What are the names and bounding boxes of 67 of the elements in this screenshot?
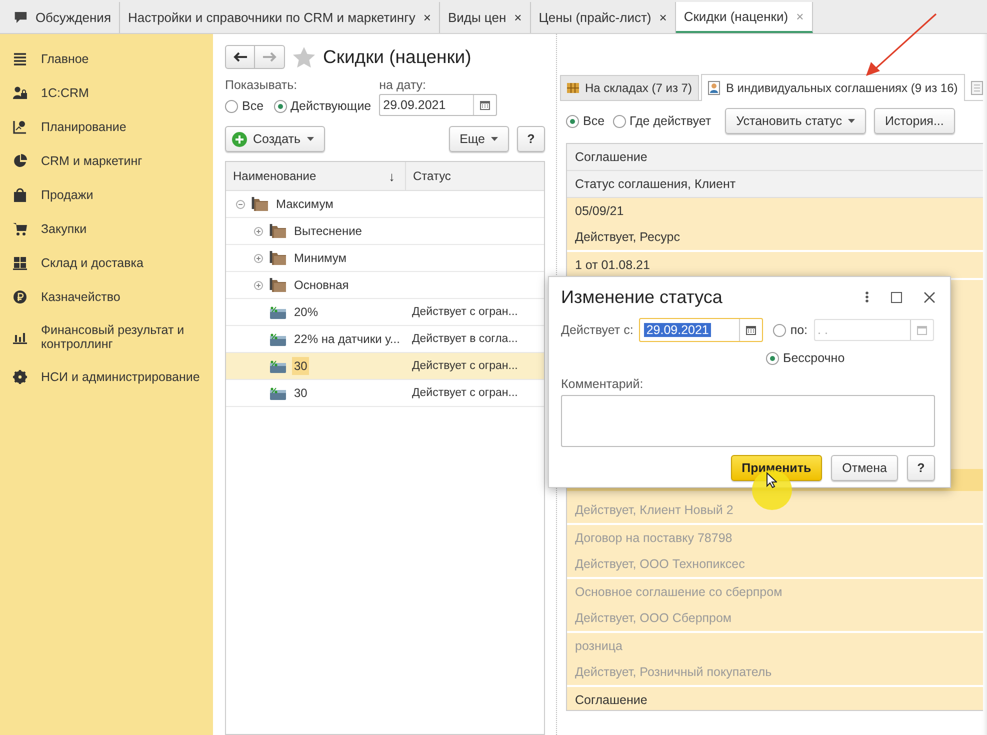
date-label: на дату: bbox=[379, 78, 428, 92]
radio-label: Бессрочно bbox=[783, 351, 845, 365]
radio-label: Где действует bbox=[630, 114, 712, 128]
table-cell: Действует с огран... bbox=[412, 360, 518, 372]
table-cell-text: 20% bbox=[293, 304, 320, 321]
close-button[interactable]: × bbox=[659, 10, 667, 25]
table-cell: Действует в согла... bbox=[412, 333, 518, 345]
sidebar-item[interactable]: НСИ и администрирование bbox=[0, 360, 213, 394]
list-row[interactable]: Соглашение bbox=[567, 687, 983, 710]
date-field[interactable]: 29.09.2021 bbox=[639, 318, 764, 342]
list-cell-text: Действует, ООО Сберпром bbox=[574, 610, 733, 627]
sidebar-item[interactable]: Склад и доставка bbox=[0, 246, 213, 280]
help-button[interactable]: ? bbox=[907, 455, 935, 481]
sidebar-item[interactable]: CRM и маркетинг bbox=[0, 144, 213, 178]
close-button[interactable]: × bbox=[514, 10, 522, 25]
table-cell-text: 22% на датчики у... bbox=[293, 331, 401, 348]
list-cell-text: розница bbox=[574, 638, 624, 655]
sidebar-item[interactable]: Финансовый результат и контроллинг bbox=[0, 314, 213, 360]
list-cell-text: 05/09/21 bbox=[574, 203, 625, 220]
radio-label: Все bbox=[242, 99, 264, 113]
sort-indicator: ↓ bbox=[388, 168, 395, 184]
table-cell-text: Вытеснение bbox=[293, 223, 363, 240]
sidebar-item[interactable]: 1С:CRM bbox=[0, 76, 213, 110]
history-button[interactable]: История... bbox=[874, 108, 955, 134]
dialog-title: Изменение статуса bbox=[561, 286, 724, 308]
form-title: Скидки (наценки) bbox=[323, 46, 472, 68]
list-cell-text: Действует, Ресурс bbox=[574, 229, 681, 246]
date-field[interactable]: 29.09.2021 bbox=[379, 94, 498, 116]
table-cell-text: 30 bbox=[293, 385, 308, 402]
list-cell-text: Договор на поставку 78798 bbox=[574, 530, 734, 547]
sidebar-item[interactable]: Главное bbox=[0, 42, 213, 76]
more-button[interactable]: Еще bbox=[448, 126, 509, 152]
column-header[interactable]: Статус bbox=[406, 162, 544, 190]
radio-label: Действующие bbox=[290, 99, 372, 113]
list-cell-text: Основное соглашение со сберпром bbox=[574, 584, 784, 601]
tab[interactable]: Настройки и справочники по CRM и маркетингу × bbox=[120, 2, 440, 33]
create-button[interactable]: Создать bbox=[225, 126, 325, 152]
list-cell-text: Действует, ООО Технопиксес bbox=[574, 556, 746, 573]
tab[interactable]: Виды цен × bbox=[440, 2, 531, 33]
column-header[interactable]: Наименование ↓ bbox=[226, 162, 406, 190]
radio-label: по: bbox=[790, 323, 808, 337]
tab[interactable]: Обсуждения bbox=[0, 2, 120, 33]
tab[interactable]: На складах (7 из 7) bbox=[560, 75, 699, 100]
tab[interactable]: В индивидуальных соглашениях (9 из 16) bbox=[700, 74, 965, 101]
filter-label: Показывать: bbox=[225, 78, 298, 92]
cancel-button[interactable]: Отмена bbox=[831, 455, 898, 481]
table-cell: Действует с огран... bbox=[412, 387, 518, 399]
table-cell: 30 bbox=[292, 357, 310, 375]
sidebar-item[interactable]: Закупки bbox=[0, 212, 213, 246]
tab[interactable]: Скидки (наценки) × bbox=[676, 2, 813, 33]
close-button[interactable]: × bbox=[423, 10, 431, 25]
table-cell-text: Основная bbox=[293, 277, 350, 294]
table-cell: Действует с огран... bbox=[412, 306, 518, 318]
column-header[interactable]: Соглашение bbox=[567, 144, 983, 171]
table-cell-text: Минимум bbox=[293, 250, 348, 267]
field-label: Действует с: bbox=[561, 323, 634, 337]
list-row[interactable]: 05/09/21 Действует, Ресурс bbox=[567, 198, 983, 252]
sidebar-item[interactable]: Планирование bbox=[0, 110, 213, 144]
table-row[interactable]: 30 Действует с огран... bbox=[226, 353, 544, 380]
sidebar-item[interactable]: Казначейство bbox=[0, 280, 213, 314]
sidebar-item[interactable]: Продажи bbox=[0, 178, 213, 212]
set-status-button[interactable]: Установить статус bbox=[725, 108, 866, 134]
help-button[interactable]: ? bbox=[517, 126, 545, 152]
list-cell-text: Действует, Розничный покупатель bbox=[574, 664, 773, 681]
radio-label: Все bbox=[583, 114, 605, 128]
field-label: Комментарий: bbox=[561, 377, 644, 391]
table-cell-text: Максимум bbox=[275, 196, 334, 213]
